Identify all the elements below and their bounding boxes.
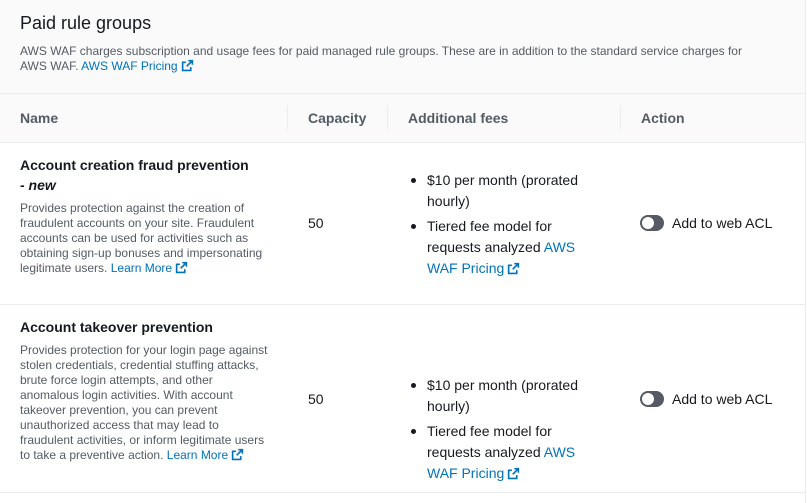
fees-list: $10 per month (prorated hourly) Tiered f… <box>406 170 601 283</box>
learn-more-link[interactable]: Learn More <box>167 448 244 462</box>
action-cell: Add to web ACL <box>640 391 772 407</box>
aws-waf-pricing-link-text: AWS WAF Pricing <box>81 59 178 73</box>
rule-name: Account takeover prevention <box>20 319 213 335</box>
learn-more-text: Learn <box>110 261 142 275</box>
rule-name: Account creation fraud prevention - new <box>20 155 270 195</box>
panel-title: Paid rule groups <box>20 13 152 33</box>
fee-item: Tiered fee model for requests analyzed A… <box>406 216 601 279</box>
toggle-label[interactable]: Add to web ACL <box>672 391 772 407</box>
table-header: Name Capacity Additional fees Action <box>0 94 805 143</box>
column-header-additional-fees[interactable]: Additional fees <box>408 94 508 142</box>
fees-list: $10 per month (prorated hourly) Tiered f… <box>406 375 601 488</box>
rule-description: Provides protection against the creation… <box>20 201 270 276</box>
add-to-web-acl-toggle[interactable] <box>640 215 664 231</box>
fee-item: $10 per month (prorated hourly) <box>406 375 601 417</box>
external-link-icon <box>181 59 193 72</box>
panel-header: Paid rule groups AWS WAF charges subscri… <box>0 0 805 94</box>
toggle-label[interactable]: Add to web ACL <box>672 215 772 231</box>
pricing-link-text: AWS <box>543 444 576 460</box>
panel-description: AWS WAF charges subscription and usage f… <box>20 44 760 74</box>
add-to-web-acl-toggle[interactable] <box>640 391 664 407</box>
action-cell: Add to web ACL <box>640 215 772 231</box>
column-header-capacity[interactable]: Capacity <box>308 94 366 142</box>
column-divider <box>387 106 388 130</box>
table-row: Account creation fraud prevention - new … <box>0 143 805 305</box>
column-divider <box>287 106 288 130</box>
table-row: Account takeover prevention Provides pro… <box>0 305 805 493</box>
learn-more-text: Learn <box>166 448 198 462</box>
capacity-value: 50 <box>308 391 324 407</box>
column-divider <box>620 106 621 130</box>
learn-more-text: More <box>144 261 173 275</box>
rule-description-text: Provides protection for your login page … <box>20 343 268 462</box>
aws-waf-pricing-link[interactable]: AWS WAF Pricing <box>81 59 193 73</box>
external-link-icon <box>508 262 520 275</box>
pricing-link-text: WAF Pricing <box>427 260 505 276</box>
external-link-icon <box>231 448 244 461</box>
pricing-link-text: WAF Pricing <box>427 465 505 481</box>
capacity-value: 50 <box>308 215 324 231</box>
fee-item: $10 per month (prorated hourly) <box>406 170 601 212</box>
rule-name-text: Account creation fraud prevention <box>20 157 249 173</box>
learn-more-text: More <box>200 448 229 462</box>
external-link-icon <box>175 261 188 274</box>
new-badge: - new <box>20 177 56 193</box>
external-link-icon <box>508 467 520 480</box>
rule-name-cell: Account takeover prevention Provides pro… <box>20 317 270 463</box>
column-header-name[interactable]: Name <box>20 94 58 142</box>
column-header-action[interactable]: Action <box>641 94 685 142</box>
paid-rule-groups-panel: Paid rule groups AWS WAF charges subscri… <box>0 0 806 503</box>
fee-item: Tiered fee model for requests analyzed A… <box>406 421 601 484</box>
rule-name-cell: Account creation fraud prevention - new … <box>20 155 270 276</box>
fee-text: Tiered fee model for requests analyzed <box>427 218 552 255</box>
rule-description: Provides protection for your login page … <box>20 343 270 463</box>
fee-text: Tiered fee model for requests analyzed <box>427 423 552 460</box>
learn-more-link[interactable]: Learn More <box>111 261 188 275</box>
pricing-link-text: AWS <box>543 239 576 255</box>
